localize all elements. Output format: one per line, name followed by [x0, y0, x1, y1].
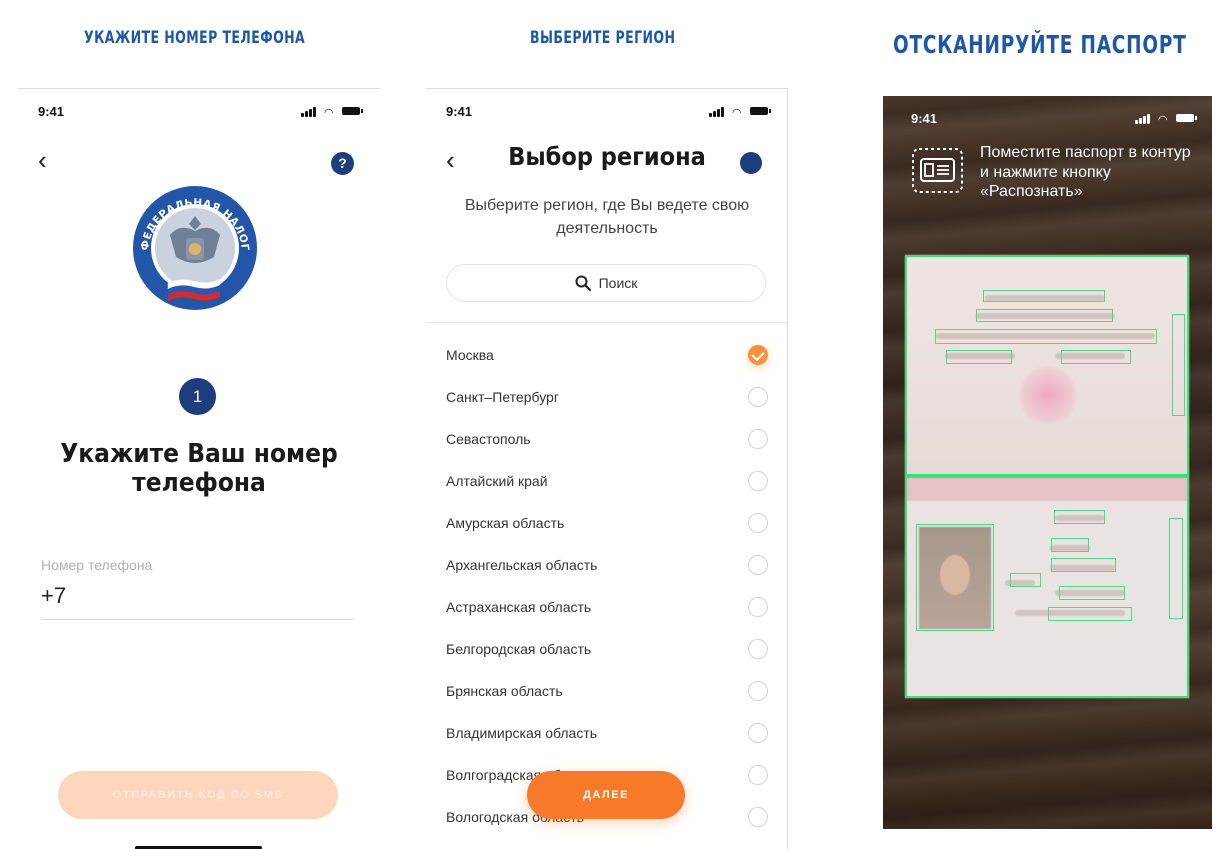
russian-flag-icon — [167, 278, 221, 301]
detected-field — [1172, 314, 1185, 416]
radio-unchecked-icon[interactable] — [748, 723, 768, 743]
page-subtitle: Выберите регион, где Вы ведете свою деят… — [464, 197, 750, 237]
battery-icon — [1176, 114, 1197, 122]
region-list-item[interactable]: Астраханская область — [426, 586, 787, 628]
region-name: Владимирская область — [446, 725, 598, 741]
region-name: Санкт–Петербург — [446, 389, 559, 405]
divider — [426, 322, 787, 323]
region-name: Алтайский край — [446, 473, 548, 489]
caption-phone-step: УКАЖИТЕ НОМЕР ТЕЛЕФОНА — [84, 28, 306, 48]
detected-field — [1169, 518, 1183, 619]
scan-hint: Поместите паспорт в контур и нажмите кно… — [980, 144, 1191, 200]
status-time: 9:41 — [446, 104, 473, 119]
caption-scan-step: ОТСКАНИРУЙТЕ ПАСПОРТ — [893, 30, 1187, 59]
detected-photo-field — [916, 524, 994, 631]
region-name: Москва — [446, 347, 494, 363]
detected-field — [1051, 538, 1089, 552]
signal-icon — [1135, 114, 1150, 124]
detected-field — [935, 329, 1157, 344]
radio-unchecked-icon[interactable] — [748, 555, 768, 575]
detected-field — [983, 290, 1105, 302]
wifi-icon: ◠ — [1158, 114, 1167, 126]
region-list-item[interactable]: Белгородская область — [426, 628, 787, 670]
region-name: Архангельская область — [446, 557, 598, 573]
battery-icon — [750, 107, 771, 115]
region-list-item[interactable]: Архангельская область — [426, 544, 787, 586]
status-dot-icon — [740, 152, 762, 174]
id-card-icon — [912, 148, 963, 193]
next-button[interactable]: ДАЛЕЕ — [527, 771, 685, 819]
radio-unchecked-icon[interactable] — [748, 471, 768, 491]
radio-unchecked-icon[interactable] — [748, 429, 768, 449]
region-list-item[interactable]: Алтайский край — [426, 460, 787, 502]
status-bar: 9:41 ◠ — [911, 111, 1197, 126]
page-title: Выбор региона — [508, 142, 706, 171]
search-icon — [575, 275, 591, 291]
search-placeholder: Поиск — [598, 275, 638, 291]
radio-unchecked-icon[interactable] — [748, 387, 768, 407]
region-name: Брянская область — [446, 683, 563, 699]
detected-field — [1061, 350, 1131, 364]
status-time: 9:41 — [911, 111, 938, 126]
wifi-icon: ◠ — [324, 107, 333, 119]
radio-unchecked-icon[interactable] — [748, 639, 768, 659]
region-list-item[interactable]: Амурская область — [426, 502, 787, 544]
back-button[interactable]: ‹ — [38, 147, 47, 173]
phone-screen-phone-number: 9:41 ◠ ‹ ? ФЕДЕРАЛЬНАЯ НАЛОГОВАЯ СЛУЖБА — [18, 88, 380, 849]
send-sms-code-button[interactable]: ОТПРАВИТЬ КОД ПО SMS — [58, 771, 338, 819]
region-list-item[interactable]: Санкт–Петербург — [426, 376, 787, 418]
radio-unchecked-icon[interactable] — [748, 807, 768, 827]
status-bar: 9:41 ◠ — [446, 104, 771, 119]
region-list: Москва Санкт–Петербург Севастополь Алтайски… — [426, 334, 787, 838]
radio-unchecked-icon[interactable] — [748, 597, 768, 617]
detected-field — [1059, 586, 1125, 600]
phone-field-underline — [41, 619, 354, 620]
battery-icon — [342, 107, 363, 115]
page-title: Укажите Ваш номер телефона — [60, 439, 338, 498]
region-name: Белгородская область — [446, 641, 592, 657]
radio-unchecked-icon[interactable] — [748, 513, 768, 533]
status-bar: 9:41 ◠ — [38, 104, 363, 119]
step-indicator: 1 — [179, 378, 216, 415]
signal-icon — [301, 107, 316, 117]
region-list-item[interactable]: Москва — [426, 334, 787, 376]
detected-field — [1051, 558, 1116, 572]
help-button[interactable]: ? — [331, 152, 354, 175]
region-list-item[interactable]: Владимирская область — [426, 712, 787, 754]
region-search-input[interactable]: Поиск — [446, 264, 766, 302]
wifi-icon: ◠ — [732, 107, 741, 119]
region-name: Севастополь — [446, 431, 531, 447]
caption-region-step: ВЫБЕРИТЕ РЕГИОН — [530, 28, 676, 48]
region-name: Астраханская область — [446, 599, 592, 615]
phone-screen-passport-scan: 9:41 ◠ Поместите паспорт в контур и нажм… — [883, 96, 1212, 829]
phone-number-input[interactable] — [41, 583, 351, 609]
region-list-item[interactable]: Севастополь — [426, 418, 787, 460]
signal-icon — [709, 107, 724, 117]
region-name: Амурская область — [446, 515, 565, 531]
status-time: 9:41 — [38, 104, 65, 119]
radio-unchecked-icon[interactable] — [748, 681, 768, 701]
detected-field — [1054, 510, 1105, 524]
screenshot-canvas: УКАЖИТЕ НОМЕР ТЕЛЕФОНА ВЫБЕРИТЕ РЕГИОН О… — [0, 0, 1226, 849]
detected-field — [1048, 607, 1132, 621]
phone-field-label: Номер телефона — [41, 557, 153, 573]
scan-frame-top — [905, 255, 1189, 476]
fns-emblem-icon: ФЕДЕРАЛЬНАЯ НАЛОГОВАЯ СЛУЖБА — [130, 183, 257, 310]
radio-checked-icon[interactable] — [748, 345, 768, 365]
phone-screen-region-select: 9:41 ◠ ‹ Выбор региона Выберите регион, … — [426, 88, 788, 849]
region-list-item[interactable]: Брянская область — [426, 670, 787, 712]
detected-field — [976, 309, 1113, 322]
radio-unchecked-icon[interactable] — [748, 765, 768, 785]
detected-field — [1010, 573, 1041, 587]
detected-field — [946, 350, 1012, 364]
